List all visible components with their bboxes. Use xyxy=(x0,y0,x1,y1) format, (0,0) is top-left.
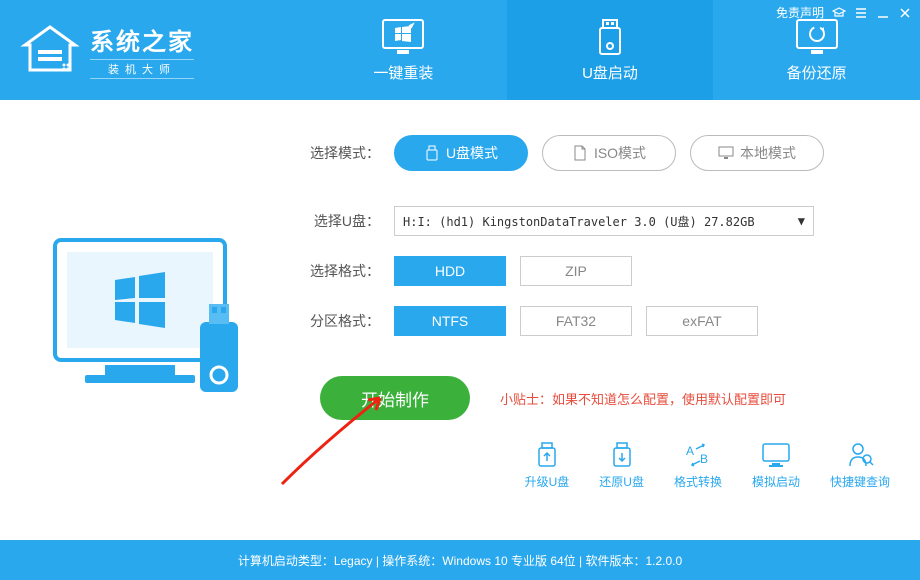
window-controls: 免责声明 xyxy=(776,4,912,21)
house-logo-icon xyxy=(20,25,80,75)
svg-text:B: B xyxy=(700,452,708,466)
minimize-icon[interactable] xyxy=(876,6,890,20)
tab-reinstall[interactable]: 一键重装 xyxy=(300,0,507,100)
monitor-windows-icon xyxy=(381,18,425,56)
tip-text: 小贴士：如果不知道怎么配置，使用默认配置即可 xyxy=(500,389,786,408)
mode-usb-button[interactable]: U盘模式 xyxy=(394,135,528,171)
file-icon xyxy=(572,145,588,161)
tab-usb-boot[interactable]: U盘启动 xyxy=(507,0,714,100)
status-bar: 计算机启动类型：Legacy | 操作系统：Windows 10 专业版 64位… xyxy=(0,540,920,580)
person-search-icon xyxy=(844,441,876,469)
monitor-refresh-icon xyxy=(795,18,839,56)
usb-select-dropdown[interactable]: H:I: (hd1) KingstonDataTraveler 3.0 (U盘)… xyxy=(394,206,814,236)
disclaimer-link[interactable]: 免责声明 xyxy=(776,4,824,21)
partition-exfat-button[interactable]: exFAT xyxy=(646,306,758,336)
mode-iso-button[interactable]: ISO模式 xyxy=(542,135,676,171)
tab-label: 备份还原 xyxy=(787,62,847,83)
usb-down-icon xyxy=(606,441,638,469)
monitor-icon xyxy=(760,441,792,469)
illustration xyxy=(0,100,300,540)
format-label: 选择格式： xyxy=(300,261,380,281)
tool-restore-usb[interactable]: 还原U盘 xyxy=(599,441,644,490)
partition-ntfs-button[interactable]: NTFS xyxy=(394,306,506,336)
format-hdd-button[interactable]: HDD xyxy=(394,256,506,286)
monitor-small-icon xyxy=(718,145,734,161)
convert-ab-icon: AB xyxy=(682,441,714,469)
format-zip-button[interactable]: ZIP xyxy=(520,256,632,286)
tool-format-convert[interactable]: AB 格式转换 xyxy=(674,441,722,490)
logo-area: 系统之家 装机大师 xyxy=(0,0,300,100)
close-icon[interactable] xyxy=(898,6,912,20)
usb-select-label: 选择U盘： xyxy=(300,211,380,231)
status-text: 计算机启动类型：Legacy | 操作系统：Windows 10 专业版 64位… xyxy=(238,552,682,569)
usb-up-icon xyxy=(531,441,563,469)
tab-label: 一键重装 xyxy=(373,62,433,83)
header: 系统之家 装机大师 一键重装 U盘启动 备份还原 免责声明 xyxy=(0,0,920,100)
start-create-button[interactable]: 开始制作 xyxy=(320,376,470,420)
svg-text:A: A xyxy=(686,444,694,458)
chevron-down-icon: ▼ xyxy=(798,214,805,228)
graduation-icon[interactable] xyxy=(832,6,846,20)
usb-drive-icon xyxy=(588,18,632,56)
partition-label: 分区格式： xyxy=(300,311,380,331)
bottom-tools: 升级U盘 还原U盘 AB 格式转换 模拟启动 快捷键查询 xyxy=(525,441,890,490)
config-panel: 选择模式： U盘模式 ISO模式 本地模式 选择U盘： H:I: (hd1) K… xyxy=(300,100,920,540)
menu-icon[interactable] xyxy=(854,6,868,20)
usb-select-value: H:I: (hd1) KingstonDataTraveler 3.0 (U盘)… xyxy=(403,213,755,230)
logo-subtitle: 装机大师 xyxy=(90,59,194,79)
mode-local-button[interactable]: 本地模式 xyxy=(690,135,824,171)
logo-title: 系统之家 xyxy=(90,22,194,57)
tool-simulate-boot[interactable]: 模拟启动 xyxy=(752,441,800,490)
tab-label: U盘启动 xyxy=(582,62,638,83)
partition-fat32-button[interactable]: FAT32 xyxy=(520,306,632,336)
tool-hotkey-lookup[interactable]: 快捷键查询 xyxy=(830,441,890,490)
mode-label: 选择模式： xyxy=(300,143,380,163)
tool-upgrade-usb[interactable]: 升级U盘 xyxy=(525,441,570,490)
usb-small-icon xyxy=(424,145,440,161)
